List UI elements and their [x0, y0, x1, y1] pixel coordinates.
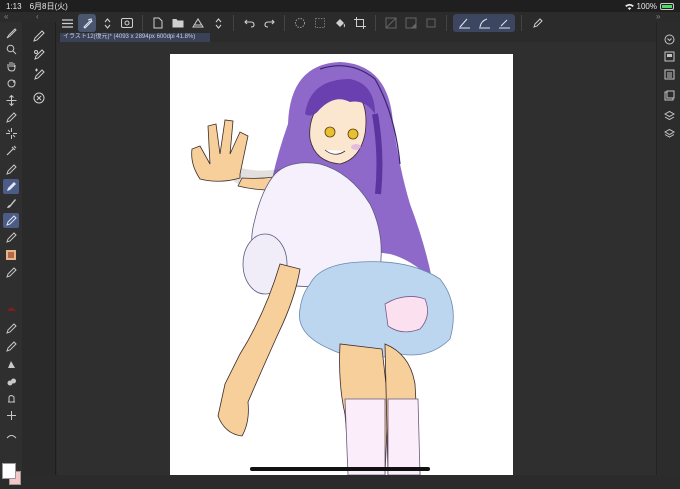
command-bar [58, 13, 672, 33]
pencil-icon[interactable] [3, 179, 19, 194]
sub-tool-add-icon[interactable] [30, 90, 48, 106]
toolbar-divider [142, 15, 143, 31]
toolbar-divider [233, 15, 234, 31]
right-panel [656, 22, 680, 475]
menu-icon[interactable] [58, 14, 76, 32]
status-right: 100% [624, 1, 674, 11]
ruler-tool-icon[interactable] [3, 408, 19, 423]
transform-icon[interactable] [291, 14, 309, 32]
sub-view-icon[interactable] [661, 88, 677, 102]
pen-icon[interactable] [3, 162, 19, 177]
pen-tool-icon[interactable] [3, 110, 19, 125]
stroke-correction-1-icon[interactable] [455, 14, 473, 32]
brush-icon[interactable] [3, 196, 19, 211]
frame-icon[interactable] [3, 339, 19, 354]
layer-icon[interactable] [422, 14, 440, 32]
eraser-icon[interactable] [3, 247, 19, 262]
battery-icon [660, 2, 674, 10]
navigator-icon[interactable] [661, 49, 677, 63]
drawing-canvas[interactable] [170, 54, 513, 475]
ruler-icon[interactable] [382, 14, 400, 32]
stroke-correction-3-icon[interactable] [495, 14, 513, 32]
main-color-swatch[interactable] [2, 463, 16, 479]
deselect-icon[interactable] [311, 14, 329, 32]
gradient-icon[interactable] [402, 14, 420, 32]
panel-expand-icon[interactable] [661, 32, 677, 46]
chevron-updown-icon[interactable] [209, 14, 227, 32]
home-indicator [250, 467, 430, 471]
battery-percent: 100% [636, 1, 657, 11]
correct-line-icon[interactable] [3, 391, 19, 406]
settings-icon[interactable] [528, 14, 546, 32]
illustration-artwork [191, 62, 454, 475]
decoration-icon[interactable] [3, 230, 19, 245]
tool-palette [0, 22, 22, 485]
hand-icon[interactable] [3, 59, 19, 74]
move-icon[interactable] [3, 93, 19, 108]
crop-icon[interactable] [351, 14, 369, 32]
toolbar-divider [284, 15, 285, 31]
sub-tool-palette [22, 22, 56, 475]
new-icon[interactable] [149, 14, 167, 32]
fill-icon[interactable] [331, 14, 349, 32]
layer-property-icon[interactable] [661, 67, 677, 81]
rotate-icon[interactable] [3, 76, 19, 91]
toolbar-divider [446, 15, 447, 31]
layers-icon[interactable] [661, 126, 677, 140]
text-icon[interactable] [3, 357, 19, 372]
document-title: イラスト12(復元)* (4093 x 2894px 600dpi 41.8%) [63, 34, 196, 40]
sub-tool-pen-icon[interactable] [30, 28, 48, 44]
balloon-icon[interactable] [3, 374, 19, 389]
visibility-icon[interactable] [118, 14, 136, 32]
wifi-icon [624, 3, 634, 10]
blend-icon[interactable] [3, 265, 19, 280]
chevron-updown-icon[interactable] [98, 14, 116, 32]
color-mix-icon[interactable] [3, 428, 19, 443]
fill-tool-icon[interactable] [3, 300, 19, 315]
collapse-left-icon[interactable]: « [4, 12, 8, 22]
sub-tool-pen-settings-icon[interactable] [30, 46, 48, 62]
collapse-sub-icon[interactable]: ‹ [36, 12, 39, 22]
auto-select-icon[interactable] [3, 126, 19, 141]
stroke-correction-group [453, 14, 515, 32]
open-icon[interactable] [169, 14, 187, 32]
status-time: 1:13 [6, 1, 22, 11]
redo-icon[interactable] [260, 14, 278, 32]
toolbar-divider [375, 15, 376, 31]
save-icon[interactable] [189, 14, 207, 32]
color-swatch[interactable] [1, 459, 21, 489]
eyedropper-icon[interactable] [3, 143, 19, 158]
status-date: 6月8日(火) [29, 1, 68, 11]
layer-search-icon[interactable] [661, 108, 677, 122]
airbrush-icon[interactable] [3, 213, 19, 228]
zoom-icon[interactable] [3, 42, 19, 57]
pen-settings-icon[interactable] [3, 26, 19, 41]
document-tab[interactable]: イラスト12(復元)* (4093 x 2894px 600dpi 41.8%) [60, 33, 210, 42]
canvas-area[interactable] [57, 42, 656, 475]
status-bar: 1:13 6月8日(火) 100% [0, 0, 680, 12]
figure-icon[interactable] [3, 321, 19, 336]
toolbar-divider [521, 15, 522, 31]
undo-icon[interactable] [240, 14, 258, 32]
stroke-correction-2-icon[interactable] [475, 14, 493, 32]
quick-access-icon[interactable] [78, 14, 96, 32]
sub-tool-marker-icon[interactable] [30, 66, 48, 82]
